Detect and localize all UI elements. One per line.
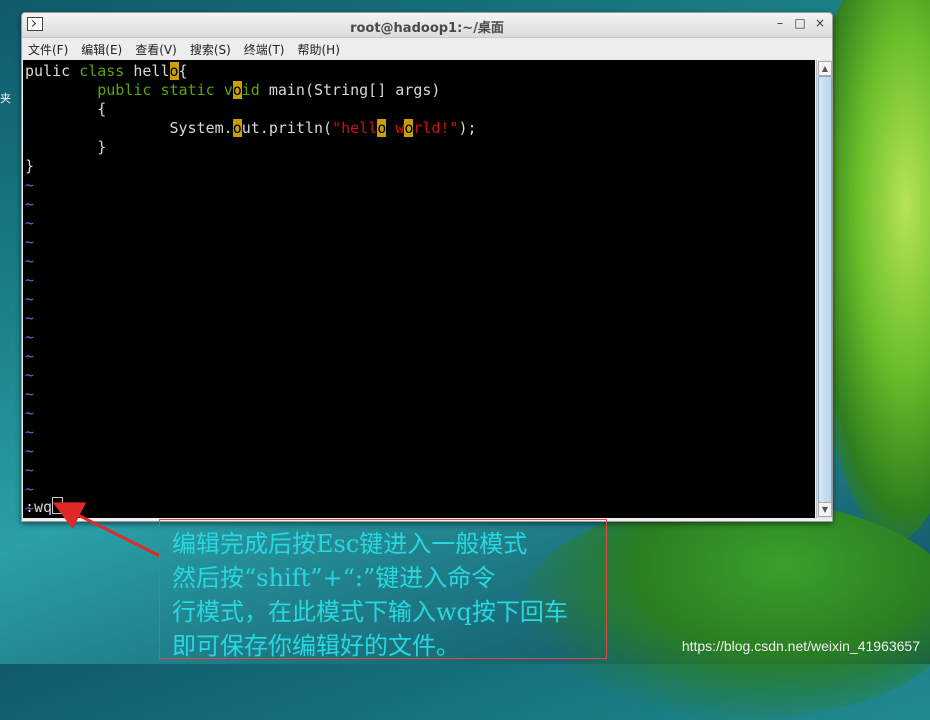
scrollbar-thumb[interactable] [818,76,832,503]
vim-command-line[interactable]: :wq [25,497,64,516]
scroll-down-arrow-icon[interactable]: ▼ [818,502,832,517]
annotation-line-2: 然后按“shift”+“:”键进入命令 [172,564,496,592]
tilde-line: ~ [25,176,35,194]
tilde-line: ~ [25,252,35,270]
desktop-icon-label-fragment: 夹 [0,92,11,105]
watermark-url: https://blog.csdn.net/weixin_41963657 [681,638,920,654]
menu-view[interactable]: 查看(V) [135,41,177,58]
close-button[interactable]: × [814,16,826,30]
text-cursor [52,497,64,514]
tilde-line: ~ [25,195,35,213]
tilde-line: ~ [25,404,35,422]
tilde-line: ~ [25,290,35,308]
code-line-3: { [25,100,107,118]
code-line-4: System.out.pritln("hello world!"); [25,119,477,137]
minimize-button[interactable]: – [774,16,786,30]
tilde-line: ~ [25,271,35,289]
menubar: 文件(F) 编辑(E) 查看(V) 搜索(S) 终端(T) 帮助(H) [22,38,832,60]
scroll-up-arrow-icon[interactable]: ▲ [818,61,832,76]
terminal-content[interactable]: pulic class hello{ public static void ma… [23,60,815,518]
tilde-line: ~ [25,233,35,251]
code-line-5: } [25,138,107,156]
menu-file[interactable]: 文件(F) [28,41,68,58]
window-title: root@hadoop1:~/桌面 [350,21,504,36]
maximize-button[interactable]: □ [794,16,806,30]
menu-search[interactable]: 搜索(S) [190,41,231,58]
tilde-line: ~ [25,309,35,327]
code-line-1: pulic class hello{ [25,62,188,80]
menu-help[interactable]: 帮助(H) [298,41,340,58]
annotation-box: 编辑完成后按Esc键进入一般模式 然后按“shift”+“:”键进入命令 行模式… [159,519,607,660]
code-line-6: } [25,157,35,175]
menu-edit[interactable]: 编辑(E) [81,41,122,58]
tilde-line: ~ [25,214,35,232]
window-titlebar[interactable]: root@hadoop1:~/桌面 – □ × [22,13,832,38]
tilde-line: ~ [25,347,35,365]
annotation-line-4: 即可保存你编辑好的文件。 [172,632,460,660]
annotation-line-1: 编辑完成后按Esc键进入一般模式 [172,530,528,558]
tilde-line: ~ [25,461,35,479]
tilde-line: ~ [25,442,35,460]
tilde-line: ~ [25,328,35,346]
code-line-2: public static void main(String[] args) [97,81,441,99]
vertical-scrollbar[interactable]: ▲ ▼ [816,60,832,518]
annotation-line-3: 行模式，在此模式下输入wq按下回车 [172,598,568,626]
tilde-line: ~ [25,385,35,403]
menu-terminal[interactable]: 终端(T) [244,41,285,58]
tilde-line: ~ [25,366,35,384]
tilde-line: ~ [25,423,35,441]
terminal-window: root@hadoop1:~/桌面 – □ × 文件(F) 编辑(E) 查看(V… [21,12,833,522]
